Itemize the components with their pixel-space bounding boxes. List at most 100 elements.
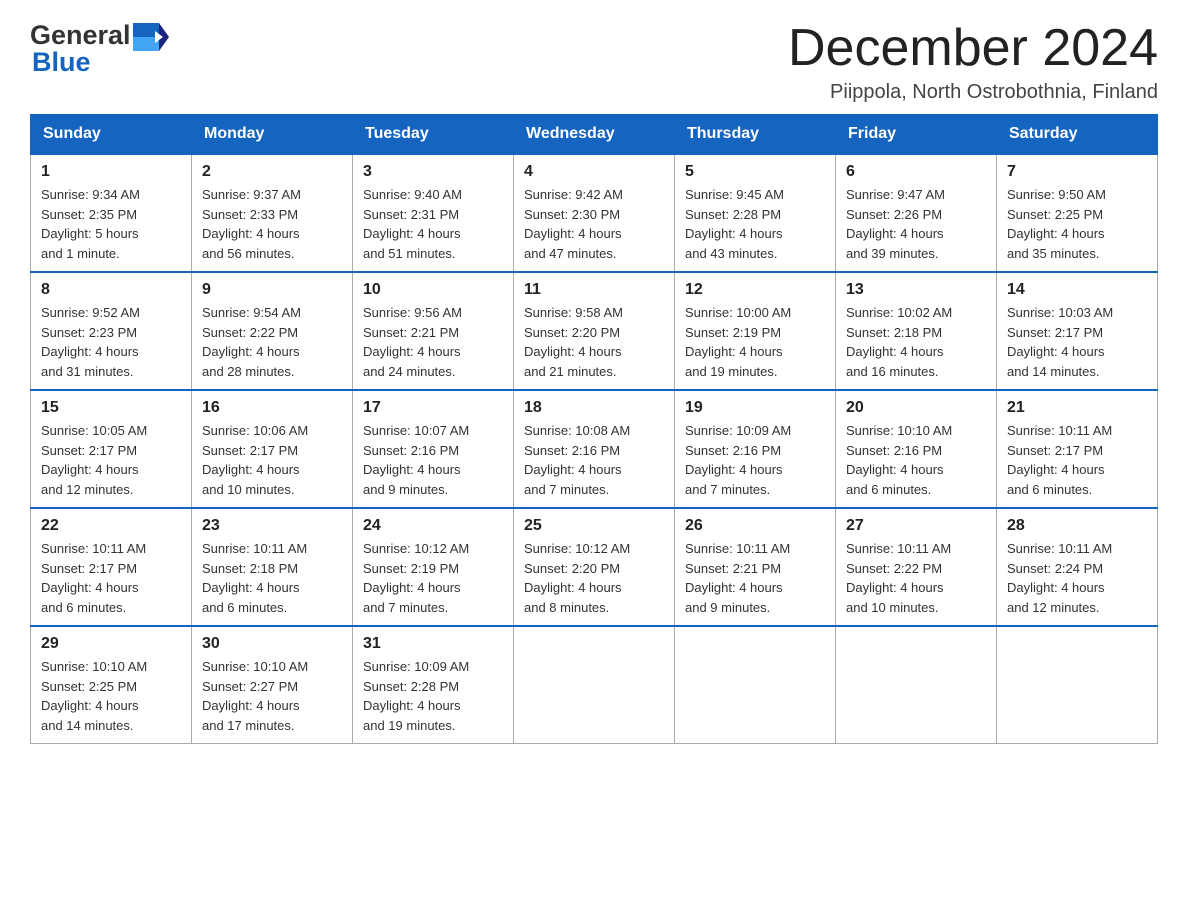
day-info: Sunrise: 10:11 AMSunset: 2:17 PMDaylight… [1007,423,1112,497]
day-number: 2 [202,163,342,181]
day-number: 5 [685,163,825,181]
day-info: Sunrise: 10:11 AMSunset: 2:17 PMDaylight… [41,541,146,615]
calendar-cell: 18 Sunrise: 10:08 AMSunset: 2:16 PMDaylig… [514,390,675,508]
page-header: General Blue December 2024 Piippola, Nor… [30,20,1158,104]
calendar-cell: 24 Sunrise: 10:12 AMSunset: 2:19 PMDaylig… [353,508,514,626]
calendar-table: SundayMondayTuesdayWednesdayThursdayFrid… [30,114,1158,744]
calendar-cell: 30 Sunrise: 10:10 AMSunset: 2:27 PMDaylig… [192,626,353,744]
day-info: Sunrise: 9:58 AMSunset: 2:20 PMDaylight:… [524,305,623,379]
day-info: Sunrise: 10:12 AMSunset: 2:19 PMDaylight… [363,541,469,615]
calendar-week-5: 29Sunrise: 10:10 AMSunset: 2:25 PMDaylig… [31,626,1158,744]
day-info: Sunrise: 10:07 AMSunset: 2:16 PMDaylight… [363,423,469,497]
day-info: Sunrise: 9:56 AMSunset: 2:21 PMDaylight:… [363,305,462,379]
day-info: Sunrise: 10:06 AMSunset: 2:17 PMDaylight… [202,423,308,497]
calendar-cell: 28Sunrise: 10:11 AMSunset: 2:24 PMDaylig… [997,508,1158,626]
calendar-cell [514,626,675,744]
day-number: 25 [524,517,664,535]
day-number: 26 [685,517,825,535]
day-info: Sunrise: 10:03 AMSunset: 2:17 PMDaylight… [1007,305,1113,379]
calendar-cell: 6 Sunrise: 9:47 AMSunset: 2:26 PMDaylight… [836,154,997,272]
day-number: 29 [41,635,181,653]
calendar-cell: 3 Sunrise: 9:40 AMSunset: 2:31 PMDaylight… [353,154,514,272]
logo: General Blue [30,20,169,78]
day-info: Sunrise: 9:50 AMSunset: 2:25 PMDaylight:… [1007,187,1106,261]
day-info: Sunrise: 9:34 AMSunset: 2:35 PMDaylight:… [41,187,140,261]
day-number: 4 [524,163,664,181]
day-info: Sunrise: 9:40 AMSunset: 2:31 PMDaylight:… [363,187,462,261]
column-header-wednesday: Wednesday [514,115,675,155]
header-row: SundayMondayTuesdayWednesdayThursdayFrid… [31,115,1158,155]
day-info: Sunrise: 10:11 AMSunset: 2:21 PMDaylight… [685,541,790,615]
day-info: Sunrise: 9:45 AMSunset: 2:28 PMDaylight:… [685,187,784,261]
day-number: 15 [41,399,181,417]
column-header-sunday: Sunday [31,115,192,155]
day-info: Sunrise: 10:11 AMSunset: 2:22 PMDaylight… [846,541,951,615]
day-number: 10 [363,281,503,299]
day-number: 24 [363,517,503,535]
day-info: Sunrise: 10:11 AMSunset: 2:18 PMDaylight… [202,541,307,615]
calendar-cell [836,626,997,744]
calendar-cell: 19 Sunrise: 10:09 AMSunset: 2:16 PMDaylig… [675,390,836,508]
day-number: 11 [524,281,664,299]
calendar-cell [675,626,836,744]
day-info: Sunrise: 9:37 AMSunset: 2:33 PMDaylight:… [202,187,301,261]
calendar-cell: 4 Sunrise: 9:42 AMSunset: 2:30 PMDaylight… [514,154,675,272]
month-title: December 2024 [788,20,1158,77]
calendar-cell [997,626,1158,744]
day-info: Sunrise: 10:09 AMSunset: 2:16 PMDaylight… [685,423,791,497]
calendar-cell: 11 Sunrise: 9:58 AMSunset: 2:20 PMDayligh… [514,272,675,390]
day-info: Sunrise: 9:54 AMSunset: 2:22 PMDaylight:… [202,305,301,379]
calendar-cell: 20 Sunrise: 10:10 AMSunset: 2:16 PMDaylig… [836,390,997,508]
calendar-cell: 29Sunrise: 10:10 AMSunset: 2:25 PMDaylig… [31,626,192,744]
day-info: Sunrise: 10:11 AMSunset: 2:24 PMDaylight… [1007,541,1112,615]
calendar-week-2: 8Sunrise: 9:52 AMSunset: 2:23 PMDaylight… [31,272,1158,390]
day-number: 19 [685,399,825,417]
calendar-header: SundayMondayTuesdayWednesdayThursdayFrid… [31,115,1158,155]
calendar-cell: 22 Sunrise: 10:11 AMSunset: 2:17 PMDaylig… [31,508,192,626]
calendar-cell: 9 Sunrise: 9:54 AMSunset: 2:22 PMDaylight… [192,272,353,390]
logo-blue-text: Blue [32,47,169,78]
day-number: 18 [524,399,664,417]
calendar-body: 1 Sunrise: 9:34 AMSunset: 2:35 PMDaylight… [31,154,1158,744]
day-info: Sunrise: 9:47 AMSunset: 2:26 PMDaylight:… [846,187,945,261]
calendar-cell: 1 Sunrise: 9:34 AMSunset: 2:35 PMDaylight… [31,154,192,272]
calendar-cell: 26 Sunrise: 10:11 AMSunset: 2:21 PMDaylig… [675,508,836,626]
location-subtitle: Piippola, North Ostrobothnia, Finland [788,81,1158,104]
day-number: 30 [202,635,342,653]
day-number: 20 [846,399,986,417]
calendar-cell: 7 Sunrise: 9:50 AMSunset: 2:25 PMDaylight… [997,154,1158,272]
calendar-cell: 17Sunrise: 10:07 AMSunset: 2:16 PMDaylig… [353,390,514,508]
calendar-cell: 13 Sunrise: 10:02 AMSunset: 2:18 PMDaylig… [836,272,997,390]
day-number: 13 [846,281,986,299]
day-info: Sunrise: 10:09 AMSunset: 2:28 PMDaylight… [363,659,469,733]
day-number: 21 [1007,399,1147,417]
calendar-cell: 5 Sunrise: 9:45 AMSunset: 2:28 PMDaylight… [675,154,836,272]
day-number: 27 [846,517,986,535]
column-header-saturday: Saturday [997,115,1158,155]
day-number: 8 [41,281,181,299]
day-number: 22 [41,517,181,535]
day-info: Sunrise: 10:08 AMSunset: 2:16 PMDaylight… [524,423,630,497]
day-number: 7 [1007,163,1147,181]
day-number: 6 [846,163,986,181]
calendar-week-3: 15Sunrise: 10:05 AMSunset: 2:17 PMDaylig… [31,390,1158,508]
column-header-thursday: Thursday [675,115,836,155]
calendar-cell: 15Sunrise: 10:05 AMSunset: 2:17 PMDaylig… [31,390,192,508]
day-number: 16 [202,399,342,417]
day-info: Sunrise: 9:42 AMSunset: 2:30 PMDaylight:… [524,187,623,261]
calendar-cell: 16 Sunrise: 10:06 AMSunset: 2:17 PMDaylig… [192,390,353,508]
day-info: Sunrise: 10:12 AMSunset: 2:20 PMDaylight… [524,541,630,615]
day-number: 9 [202,281,342,299]
day-info: Sunrise: 10:10 AMSunset: 2:16 PMDaylight… [846,423,952,497]
calendar-cell: 21 Sunrise: 10:11 AMSunset: 2:17 PMDaylig… [997,390,1158,508]
day-number: 1 [41,163,181,181]
day-info: Sunrise: 10:10 AMSunset: 2:27 PMDaylight… [202,659,308,733]
day-info: Sunrise: 10:02 AMSunset: 2:18 PMDaylight… [846,305,952,379]
calendar-cell: 2 Sunrise: 9:37 AMSunset: 2:33 PMDaylight… [192,154,353,272]
calendar-cell: 12Sunrise: 10:00 AMSunset: 2:19 PMDaylig… [675,272,836,390]
day-number: 3 [363,163,503,181]
calendar-cell: 10 Sunrise: 9:56 AMSunset: 2:21 PMDayligh… [353,272,514,390]
day-number: 23 [202,517,342,535]
calendar-cell: 31Sunrise: 10:09 AMSunset: 2:28 PMDaylig… [353,626,514,744]
calendar-cell: 8Sunrise: 9:52 AMSunset: 2:23 PMDaylight… [31,272,192,390]
